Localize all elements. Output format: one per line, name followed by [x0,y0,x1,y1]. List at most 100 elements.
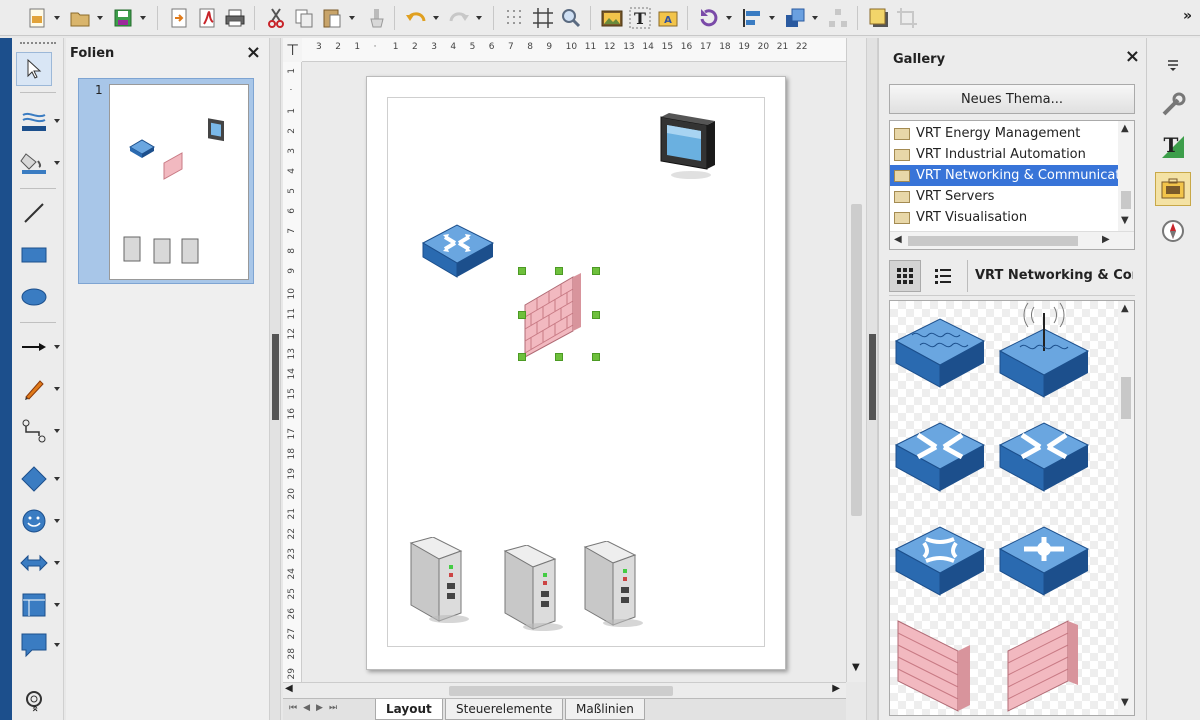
new-theme-button[interactable]: Neues Thema... [889,84,1135,114]
open-folder-icon[interactable] [67,5,93,31]
toolbar-more-button[interactable]: « [29,705,42,712]
fontwork-icon[interactable]: A [655,5,681,31]
arrange-dropdown[interactable] [810,5,819,31]
rotate-dropdown[interactable] [724,5,733,31]
collapse-handle[interactable] [272,334,279,420]
close-icon[interactable]: × [246,42,261,63]
scrollbar-thumb[interactable] [851,204,862,516]
fill-color-icon[interactable] [16,146,52,180]
print-icon[interactable] [222,5,248,31]
icon-view-icon[interactable] [889,260,921,292]
scroll-left-icon[interactable]: ◀ [894,234,902,245]
server-3-shape[interactable] [581,541,645,627]
router-4-item[interactable] [994,509,1094,609]
align-icon[interactable] [739,5,765,31]
save-dropdown[interactable] [138,5,147,31]
server-2-shape[interactable] [501,545,565,631]
callout-dropdown[interactable] [54,640,62,650]
selection-handle[interactable] [555,267,563,275]
image-icon[interactable] [599,5,625,31]
drawing-page[interactable] [366,76,786,670]
paste-dropdown[interactable] [347,5,356,31]
close-icon[interactable]: × [1125,46,1140,67]
undo-dropdown[interactable] [431,5,440,31]
curve-icon[interactable] [16,372,52,406]
scroll-left-icon[interactable]: ◀ [285,683,293,694]
connector-dropdown[interactable] [54,426,62,436]
selection-handle[interactable] [592,267,600,275]
distribute-icon[interactable] [825,5,851,31]
paste-icon[interactable] [319,5,345,31]
scrollbar-thumb[interactable] [908,236,1078,246]
styles-icon[interactable]: T [1155,130,1191,164]
connector-icon[interactable] [16,414,52,448]
tab-dimension-lines[interactable]: Maßlinien [565,699,645,720]
copy-icon[interactable] [291,5,317,31]
new-document-icon[interactable] [24,5,50,31]
selection-handle[interactable] [555,353,563,361]
gallery-items-grid[interactable]: ▲ ▼ [889,300,1135,716]
slide-preview[interactable] [109,84,249,280]
theme-item-selected[interactable]: VRT Networking & Communications [890,165,1118,186]
wireless-switch-item[interactable] [994,301,1094,401]
cut-icon[interactable] [263,5,289,31]
line-icon[interactable] [16,196,52,230]
collapse-handle[interactable] [869,334,876,420]
gallery-icon[interactable] [1155,172,1191,206]
selection-handle[interactable] [518,353,526,361]
block-arrows-dropdown[interactable] [54,558,62,568]
ruler-origin[interactable]: ⊤ [283,38,302,62]
symbol-shapes-icon[interactable] [16,504,52,538]
slides-pane-splitter[interactable] [269,38,281,720]
flowchart-dropdown[interactable] [54,600,62,610]
scroll-right-icon[interactable]: ▶ [1102,234,1110,245]
curve-dropdown[interactable] [54,384,62,394]
select-icon[interactable] [16,52,52,86]
line-arrow-dropdown[interactable] [54,342,62,352]
tab-layout[interactable]: Layout [375,699,443,720]
canvas-vertical-scrollbar[interactable]: ▼ [846,38,866,682]
rotate-icon[interactable] [696,5,722,31]
block-arrows-icon[interactable] [16,546,52,580]
monitor-shape[interactable] [657,113,721,181]
sidebar-menu-icon[interactable] [1155,48,1191,82]
scrollbar-thumb[interactable] [449,686,673,696]
navigator-icon[interactable] [1155,214,1191,248]
slide-thumbnail-selected[interactable]: 1 [78,78,254,284]
router-3-item[interactable] [890,509,990,609]
arrange-icon[interactable] [782,5,808,31]
new-dropdown[interactable] [52,5,61,31]
selection-handle[interactable] [592,353,600,361]
grid-icon[interactable] [502,5,528,31]
crop-icon[interactable] [894,5,920,31]
basic-shapes-icon[interactable] [16,462,52,496]
open-dropdown[interactable] [95,5,104,31]
scroll-down-icon[interactable]: ▼ [1121,697,1129,708]
detail-view-icon[interactable] [927,260,959,292]
router-item[interactable] [890,405,990,505]
line-color-icon[interactable] [16,104,52,138]
scroll-up-icon[interactable]: ▲ [1121,303,1129,314]
scroll-down-icon[interactable]: ▼ [1121,215,1129,226]
redo-dropdown[interactable] [474,5,483,31]
toolbar-grip[interactable] [20,42,56,45]
symbol-shapes-dropdown[interactable] [54,516,62,526]
ellipse-icon[interactable] [16,280,52,314]
theme-item[interactable]: VRT Servers [890,186,1118,207]
export-icon[interactable] [166,5,192,31]
fill-color-dropdown[interactable] [54,158,62,168]
redo-icon[interactable] [446,5,472,31]
tab-navigation-icons[interactable]: ⏮◀▶⏭ [289,703,343,713]
theme-item[interactable]: VRT Industrial Automation [890,144,1118,165]
basic-shapes-dropdown[interactable] [54,474,62,484]
switch-item[interactable] [890,301,990,401]
scroll-up-icon[interactable]: ▲ [1121,123,1129,134]
zoom-icon[interactable] [558,5,584,31]
flowchart-icon[interactable] [16,588,52,622]
properties-icon[interactable] [1155,88,1191,122]
theme-list-horizontal-scrollbar[interactable]: ◀ ▶ [890,231,1134,249]
save-icon[interactable] [110,5,136,31]
drawing-canvas[interactable] [302,62,846,682]
rectangle-icon[interactable] [16,238,52,272]
selection-handle[interactable] [518,311,526,319]
